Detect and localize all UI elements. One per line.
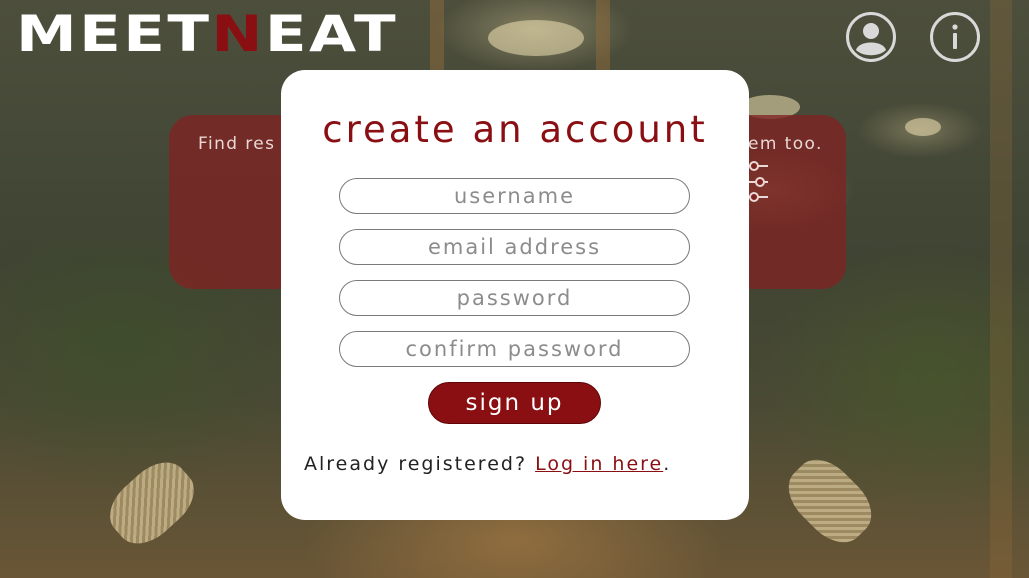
- login-prompt: Already registered? Log in here.: [304, 453, 734, 475]
- signup-title: create an account: [322, 108, 708, 151]
- email-input[interactable]: [340, 230, 689, 264]
- logo-eat: EAT: [264, 5, 399, 63]
- info-icon: [952, 24, 958, 49]
- user-circle-icon: [856, 23, 886, 56]
- username-field[interactable]: [339, 178, 690, 214]
- password-input[interactable]: [340, 281, 689, 315]
- login-prompt-text: Already registered?: [304, 453, 536, 475]
- confirm-password-field[interactable]: [339, 331, 690, 367]
- login-suffix: .: [663, 453, 672, 475]
- login-link[interactable]: Log in here: [535, 453, 663, 475]
- app-logo[interactable]: MEETNEAT: [16, 6, 398, 62]
- email-field[interactable]: [339, 229, 690, 265]
- woven-lamp: [776, 447, 884, 555]
- confirm-password-input[interactable]: [340, 332, 689, 366]
- username-input[interactable]: [340, 179, 689, 213]
- logo-meet: MEET: [16, 5, 212, 63]
- sign-up-button[interactable]: sign up: [428, 382, 601, 424]
- password-field[interactable]: [339, 280, 690, 316]
- profile-button[interactable]: [846, 12, 896, 62]
- woven-lamp: [98, 450, 206, 556]
- lamp-glow: [488, 20, 584, 56]
- logo-n: N: [211, 5, 265, 63]
- info-button[interactable]: [930, 12, 980, 62]
- wooden-beam: [596, 0, 610, 80]
- banner-text-left: Find res: [198, 134, 276, 154]
- wooden-beam: [430, 0, 444, 80]
- lamp-glow: [905, 118, 941, 136]
- wooden-beam: [990, 0, 1012, 578]
- banner-text-right: em too.: [748, 134, 823, 154]
